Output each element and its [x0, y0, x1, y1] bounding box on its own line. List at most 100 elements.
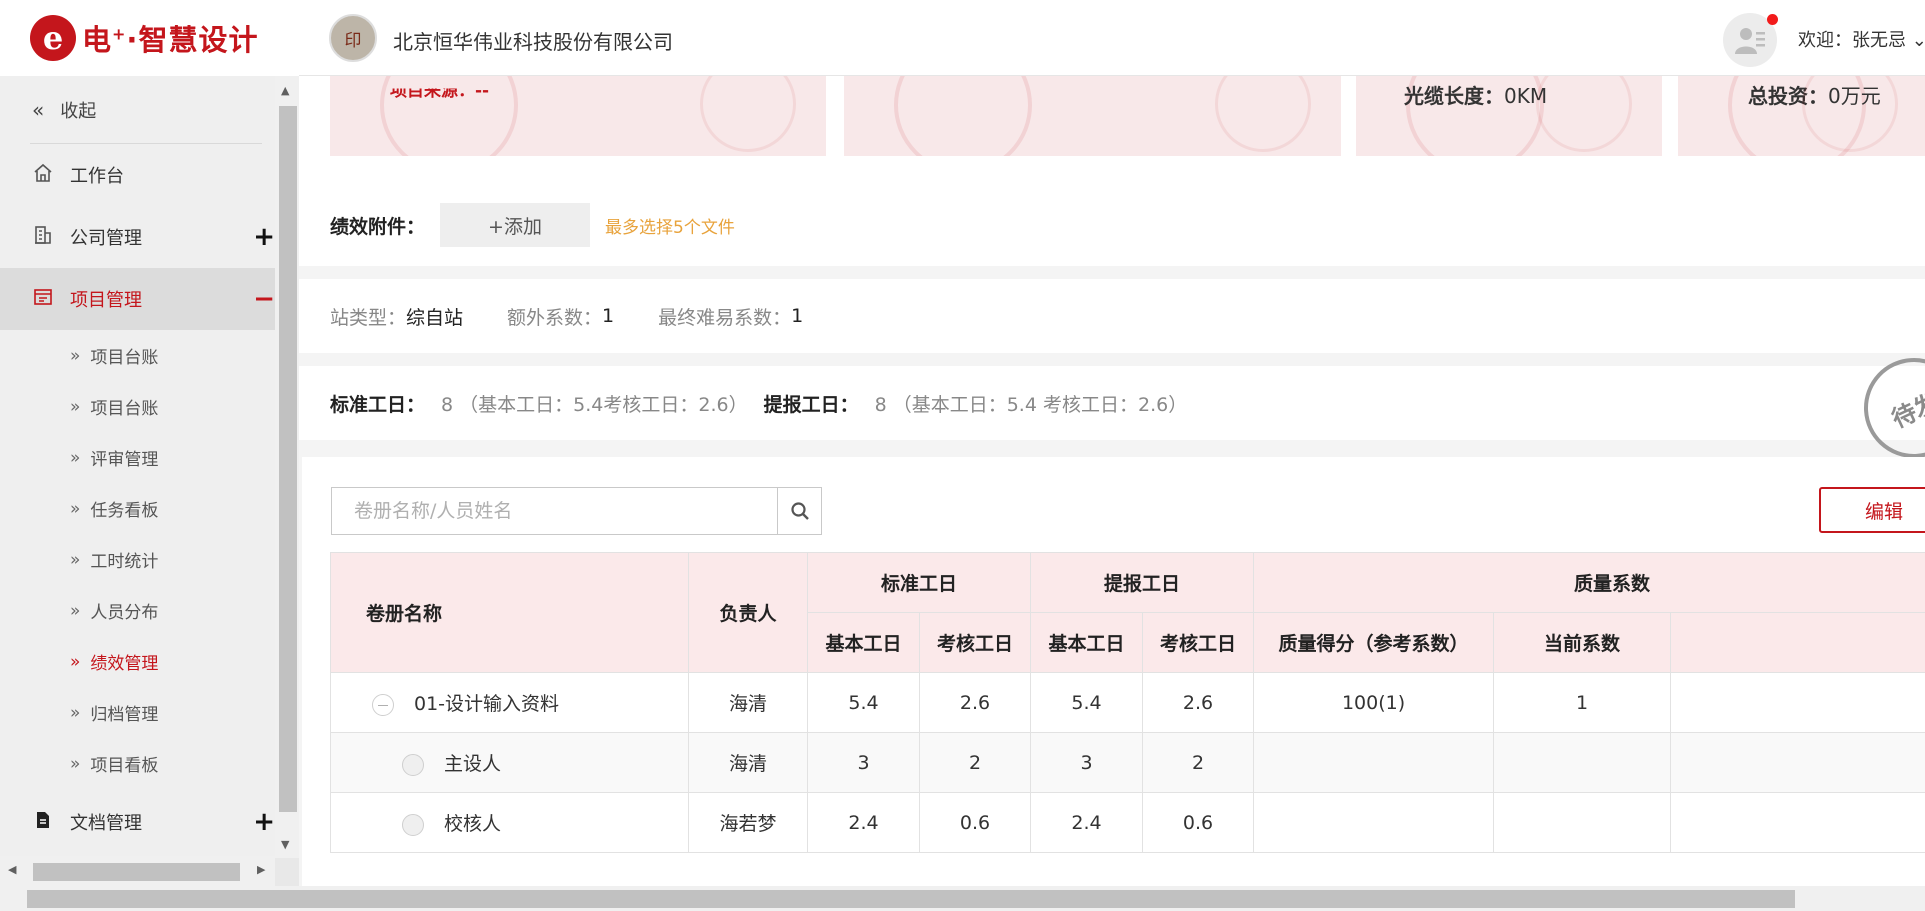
std-basic-cell: 5.4: [807, 672, 920, 733]
sidebar-subitem-label: 评审管理: [90, 450, 159, 470]
add-attachment-button[interactable]: +添加: [440, 203, 591, 247]
scroll-left-arrow-icon[interactable]: ◀: [8, 863, 16, 876]
current-coef-cell: [1493, 792, 1672, 853]
attachment-hint: 最多选择5个文件: [605, 217, 735, 238]
double-chevron-right-icon: »: [70, 753, 81, 774]
company-name: 北京恒华伟业科技股份有限公司: [393, 30, 673, 54]
row-radio-icon[interactable]: [402, 813, 424, 836]
sidebar-subitem-label: 归档管理: [90, 705, 159, 725]
sidebar-item-company[interactable]: 公司管理 +: [0, 206, 275, 268]
scrollbar-thumb[interactable]: [33, 863, 240, 881]
company-logo-avatar: 印: [329, 14, 377, 62]
user-profile-icon: [1735, 28, 1765, 54]
quality-score-cell: [1253, 792, 1495, 853]
welcome-user-menu[interactable]: 欢迎：张无忌 ⌄: [1798, 26, 1925, 52]
sidebar-subitem-project-board[interactable]: » 项目看板: [0, 738, 275, 789]
column-header-std-basic: 基本工日: [807, 612, 920, 673]
sidebar-subitem-staff[interactable]: » 人员分布: [0, 585, 275, 636]
sidebar-subitem-label: 任务看板: [90, 501, 159, 521]
expand-plus-icon[interactable]: +: [253, 222, 275, 252]
search-button[interactable]: [777, 488, 821, 534]
summary-card: 总投资：0万元: [1678, 76, 1925, 156]
sidebar-item-workbench[interactable]: 工作台: [0, 144, 275, 206]
page-horizontal-scrollbar[interactable]: [0, 886, 1925, 911]
attachment-row: 绩效附件： +添加 最多选择5个文件: [330, 202, 735, 248]
column-header-current-coef: 当前系数: [1493, 612, 1672, 673]
rep-assess-cell: 2.6: [1142, 672, 1255, 733]
sidebar: « 收起 工作台 公司管理 + 项目管理 − » 项目台账 » 项目台账 » 评…: [0, 76, 275, 856]
sidebar-subitem-performance[interactable]: » 绩效管理: [0, 636, 275, 687]
volume-name-cell: 01-设计输入资料: [330, 672, 689, 733]
double-chevron-right-icon: »: [70, 549, 81, 570]
scroll-down-arrow-icon[interactable]: ▼: [281, 838, 289, 851]
sidebar-item-project[interactable]: 项目管理 −: [0, 268, 275, 330]
edit-button[interactable]: 编辑: [1819, 487, 1925, 533]
search-box: [331, 487, 822, 535]
extra-coef-value: 1: [602, 305, 615, 327]
sidebar-subitem-task-board[interactable]: » 任务看板: [0, 483, 275, 534]
expand-plus-icon[interactable]: +: [253, 807, 275, 837]
sidebar-subitem-project-ledger[interactable]: » 项目台账: [0, 330, 275, 381]
collapse-minus-icon[interactable]: −: [253, 284, 275, 314]
table-row[interactable]: 校核人 海若梦 2.4 0.6 2.4 0.6: [330, 792, 1925, 853]
volume-table-panel: 编辑 卷册名称 负责人 标准工日 提报工日 质量系数 基本工日 考核工日 基本工…: [302, 457, 1925, 886]
workdays-band: 标准工日： 8 （基本工日：5.4考核工日：2.6） 提报工日： 8 （基本工日…: [299, 366, 1925, 440]
owner-cell: 海若梦: [688, 792, 808, 853]
station-type-value: 综自站: [406, 306, 464, 329]
volume-name-cell: 主设人: [330, 732, 689, 793]
table-row[interactable]: 01-设计输入资料 海清 5.4 2.6 5.4 2.6 100(1) 1: [330, 672, 1925, 733]
extra-cell: [1670, 792, 1925, 853]
double-chevron-right-icon: »: [70, 447, 81, 468]
reported-workdays-label: 提报工日：: [763, 393, 859, 416]
column-header-volume-name: 卷册名称: [330, 552, 689, 673]
sidebar-subitem-review[interactable]: » 评审管理: [0, 432, 275, 483]
sidebar-vertical-scrollbar[interactable]: ▲ ▼: [275, 76, 299, 856]
sidebar-collapse-button[interactable]: « 收起: [0, 76, 262, 143]
column-header-owner: 负责人: [688, 552, 808, 673]
extra-cell: [1670, 732, 1925, 793]
std-basic-cell: 2.4: [807, 792, 920, 853]
scroll-right-arrow-icon[interactable]: ▶: [257, 863, 265, 876]
sidebar-subitem-project-ledger-2[interactable]: » 项目台账: [0, 381, 275, 432]
scroll-up-arrow-icon[interactable]: ▲: [281, 84, 289, 97]
station-type-label: 站类型：: [330, 306, 407, 329]
sidebar-item-label: 工作台: [70, 166, 124, 187]
sidebar-subitem-label: 项目台账: [90, 348, 159, 368]
double-chevron-right-icon: »: [70, 345, 81, 366]
table-row[interactable]: 主设人 海清 3 2 3 2: [330, 732, 1925, 793]
volume-table: 卷册名称 负责人 标准工日 提报工日 质量系数 基本工日 考核工日 基本工日 考…: [330, 552, 1925, 853]
search-input[interactable]: [332, 488, 777, 534]
sidebar-subitem-hours[interactable]: » 工时统计: [0, 534, 275, 585]
summary-card: 项目来源：--: [330, 76, 826, 156]
rep-assess-cell: 2: [1142, 732, 1255, 793]
double-chevron-right-icon: »: [70, 600, 81, 621]
collapse-row-icon[interactable]: [372, 693, 394, 716]
double-chevron-right-icon: »: [70, 651, 81, 672]
app-logo[interactable]: e 电+·智慧设计: [0, 0, 299, 76]
reported-workdays-value: 8 （基本工日：5.4 考核工日：2.6）: [874, 393, 1188, 416]
total-investment: 总投资：0万元: [1748, 84, 1881, 108]
sidebar-subitem-archive[interactable]: » 归档管理: [0, 687, 275, 738]
current-coef-cell: [1493, 732, 1672, 793]
std-assess-cell: 2: [918, 732, 1032, 793]
home-icon: [32, 163, 54, 188]
owner-cell: 海清: [688, 732, 808, 793]
sidebar-horizontal-scrollbar[interactable]: ◀ ▶: [0, 858, 275, 886]
main-content: 项目来源：-- 光缆长度：0KM 总投资：0万元 绩效附件： +添加 最多选择5…: [299, 76, 1925, 886]
column-header-quality: 质量系数: [1253, 552, 1925, 613]
rep-assess-cell: 0.6: [1142, 792, 1255, 853]
row-radio-icon[interactable]: [402, 753, 424, 776]
rep-basic-cell: 5.4: [1030, 672, 1144, 733]
sidebar-item-documents[interactable]: 文档管理 +: [0, 791, 275, 853]
notification-dot: [1767, 14, 1778, 25]
sidebar-subitem-label: 人员分布: [90, 603, 159, 623]
scrollbar-thumb[interactable]: [27, 890, 1795, 908]
column-header-rep-basic: 基本工日: [1030, 612, 1144, 673]
scrollbar-thumb[interactable]: [279, 106, 297, 812]
rep-basic-cell: 3: [1030, 732, 1144, 793]
double-chevron-left-icon: «: [32, 97, 45, 122]
double-chevron-right-icon: »: [70, 396, 81, 417]
owner-cell: 海清: [688, 672, 808, 733]
standard-workdays-value: 8 （基本工日：5.4考核工日：2.6）: [441, 393, 748, 416]
rep-basic-cell: 2.4: [1030, 792, 1144, 853]
